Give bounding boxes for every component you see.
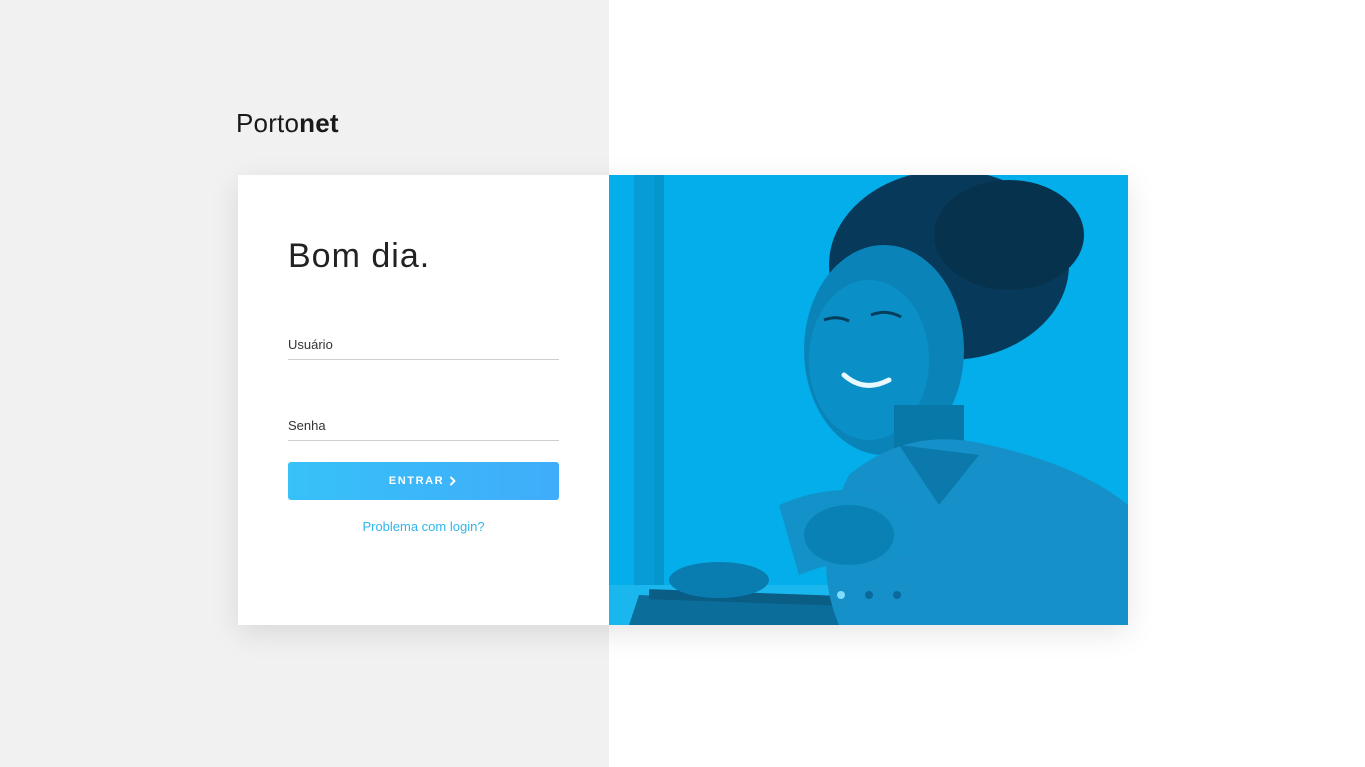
- carousel-dot[interactable]: [865, 591, 873, 599]
- chevron-right-icon: [448, 476, 458, 486]
- hero-illustration: [609, 175, 1128, 625]
- login-help-link[interactable]: Problema com login?: [288, 519, 559, 534]
- login-form-panel: Bom dia. ENTRAR Problema com login?: [238, 175, 609, 625]
- login-page: Portonet Bom dia. ENTRAR Problema com lo…: [0, 0, 1365, 767]
- hero-image: [609, 175, 1128, 625]
- login-card: Bom dia. ENTRAR Problema com login?: [238, 175, 1128, 625]
- brand-name-light: Porto: [236, 108, 300, 138]
- brand-logo: Portonet: [236, 108, 339, 139]
- carousel-dot[interactable]: [837, 591, 845, 599]
- greeting-heading: Bom dia.: [288, 237, 431, 275]
- carousel-dots: [837, 591, 901, 599]
- password-field[interactable]: [288, 410, 559, 441]
- login-button-label: ENTRAR: [388, 475, 445, 487]
- brand-name-bold: net: [299, 108, 339, 138]
- login-button[interactable]: ENTRAR: [288, 462, 559, 500]
- carousel-dot[interactable]: [893, 591, 901, 599]
- username-field[interactable]: [288, 329, 559, 360]
